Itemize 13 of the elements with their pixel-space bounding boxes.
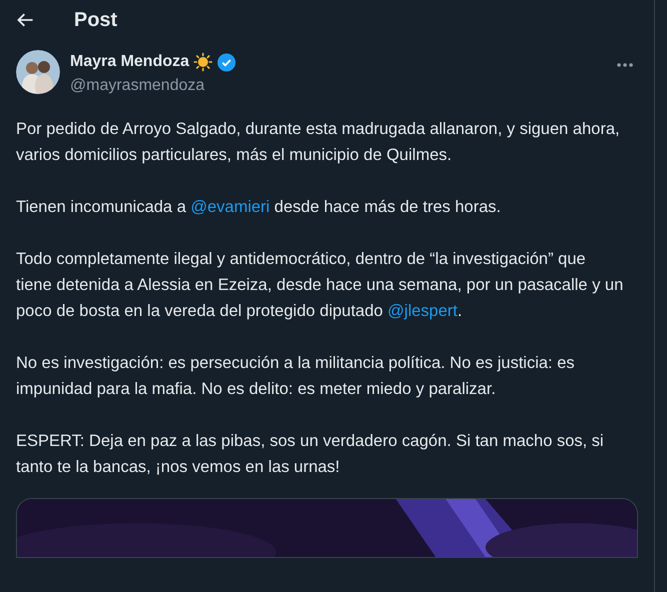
sun-icon (193, 52, 214, 72)
author-handle: @mayrasmendoza (70, 76, 206, 96)
post-paragraph: Todo completamente ilegal y antidemocrático, dentro de “la investigación” que tiene detenida a Alessia en Ezeiza, desde hace una semana, por un pasacalle y un poco de bosta en la vereda del protegido diputado @jlespert. (16, 249, 624, 322)
post-paragraph: Tienen incomunicada a @evamieri desde hace más de tres horas. (16, 197, 502, 218)
author-name[interactable]: Mayra Mendoza (70, 50, 190, 74)
mention-link[interactable]: @jlespert (388, 302, 458, 320)
mention-link[interactable]: @evamieri (190, 198, 270, 216)
avatar[interactable] (16, 50, 60, 94)
post-paragraph: ESPERT: Deja en paz a las pibas, sos un verdadero cagón. Si tan macho sos, si tanto te la bancas, ¡nos vemos en las urnas! (16, 431, 605, 478)
more-options-icon[interactable] (616, 62, 634, 68)
post-paragraph: Por pedido de Arroyo Salgado, durante esta madrugada allanaron, y siguen ahora, varios domicilios particulares, más el municipio de Quilmes. (16, 119, 621, 166)
page-title: Post (74, 8, 118, 33)
post-paragraph: No es investigación: es persecución a la militancia política. No es justicia: es impunidad para la mafia. No es delito: es meter miedo y paralizar. (16, 353, 576, 400)
